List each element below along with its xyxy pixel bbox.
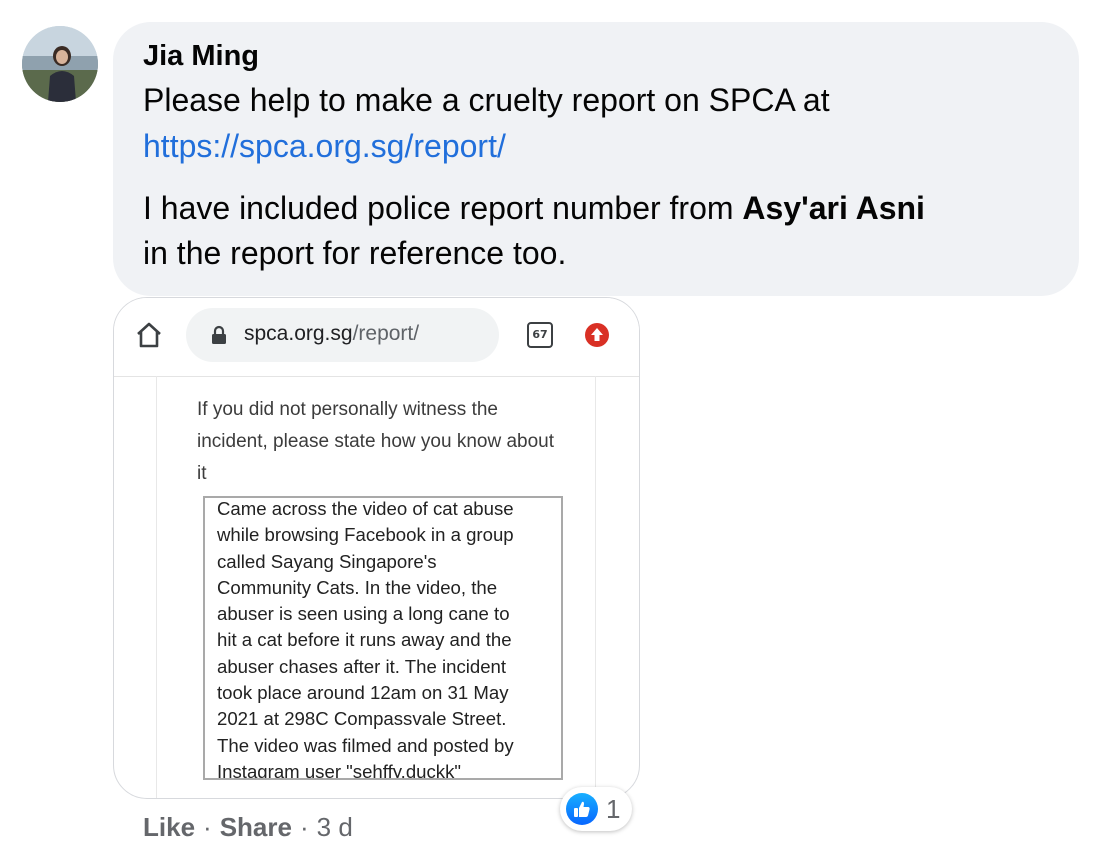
comment-text-segment: I have included police report number fro…: [143, 190, 743, 226]
url-path: /report/: [352, 322, 420, 345]
browser-toolbar: spca.org.sg/report/ 67: [114, 298, 639, 377]
comment-text-line: I have included police report number fro…: [143, 190, 925, 227]
like-button[interactable]: Like: [143, 812, 195, 842]
tab-count-icon: 67: [527, 322, 553, 348]
reaction-summary[interactable]: 1: [560, 787, 633, 831]
url-domain: spca.org.sg: [244, 322, 353, 345]
comment-timestamp[interactable]: 3 d: [317, 812, 353, 842]
mention-tag[interactable]: Asy'ari Asni: [742, 190, 925, 226]
share-button[interactable]: Share: [220, 812, 292, 842]
answer-text: Came across the video of cat abuse while…: [217, 498, 514, 780]
address-url: spca.org.sg/report/: [244, 322, 419, 346]
like-thumb-icon: [566, 793, 598, 825]
separator: ·: [299, 812, 309, 842]
form-question: If you did not personally witness the in…: [197, 399, 555, 484]
report-form: If you did not personally witness the in…: [156, 376, 596, 798]
comment-bubble: Jia Ming Please help to make a cruelty r…: [113, 22, 1079, 296]
author-avatar[interactable]: [22, 26, 98, 102]
comment-text-line: Please help to make a cruelty report on …: [143, 82, 830, 118]
attached-screenshot[interactable]: spca.org.sg/report/ 67 If you did not pe…: [113, 297, 640, 799]
comment-page: Jia Ming Please help to make a cruelty r…: [0, 0, 1096, 858]
answer-textarea: Came across the video of cat abuse while…: [203, 496, 563, 780]
comment-actions: Like · Share · 3 d: [143, 812, 353, 843]
comment-author[interactable]: Jia Ming: [143, 40, 259, 73]
reaction-count: 1: [606, 793, 621, 824]
home-icon: [137, 322, 161, 348]
lock-icon: [212, 325, 226, 344]
spca-report-link[interactable]: https://spca.org.sg/report/: [143, 128, 506, 164]
separator: ·: [203, 812, 212, 842]
comment-link-line: https://spca.org.sg/report/: [143, 128, 506, 165]
comment-text-line: in the report for reference too.: [143, 235, 567, 271]
address-bar: spca.org.sg/report/: [186, 308, 499, 362]
update-icon: [585, 323, 609, 347]
